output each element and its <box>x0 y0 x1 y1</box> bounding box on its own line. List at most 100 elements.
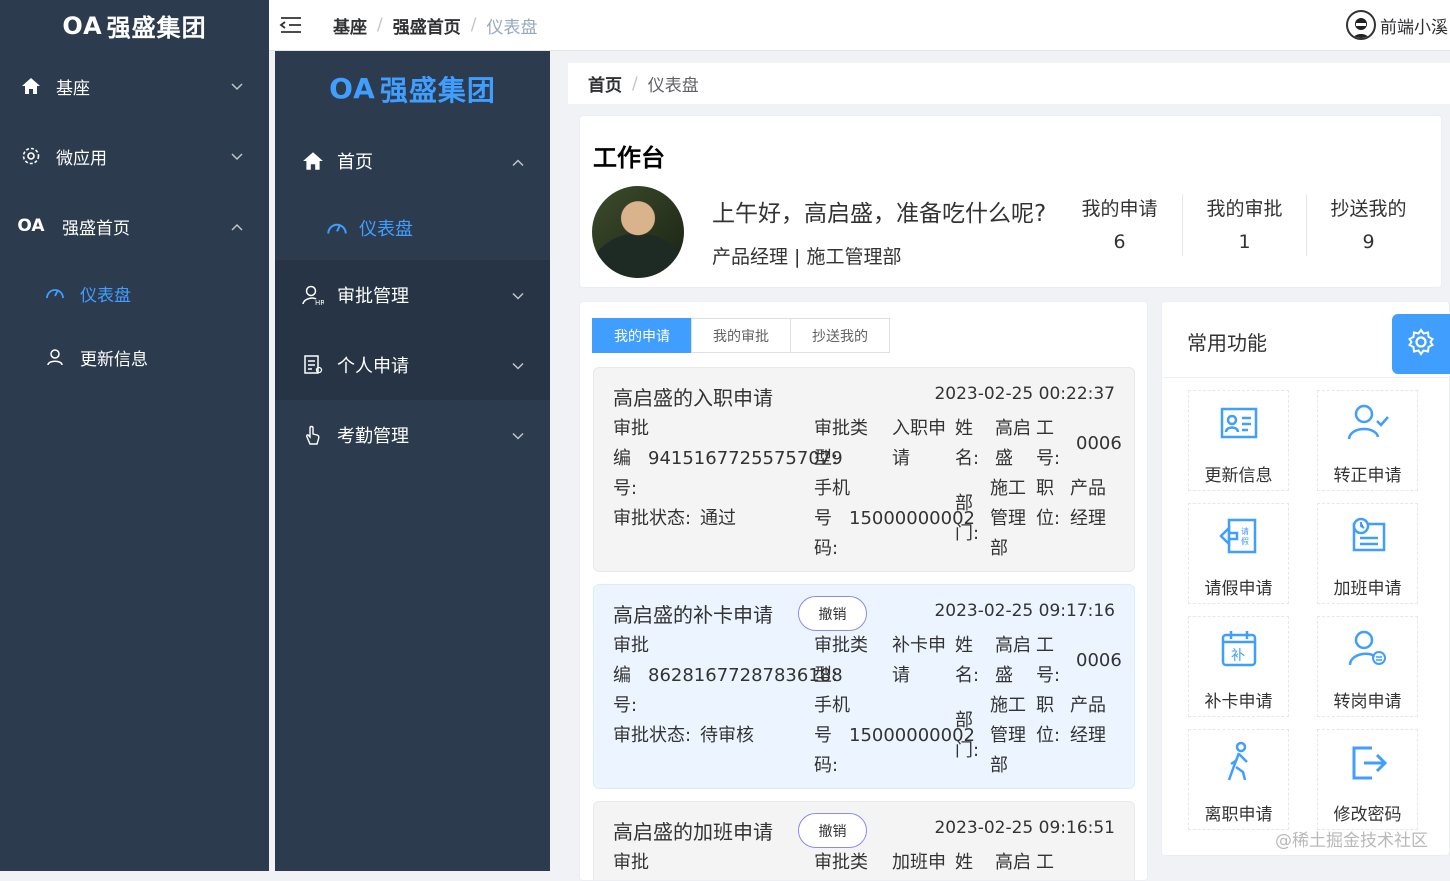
field-label: 职 <box>1036 695 1054 716</box>
chevron-down-icon <box>512 355 524 376</box>
field-value: 经理 <box>1070 508 1106 529</box>
stat-my-apply[interactable]: 我的申请 6 <box>1057 194 1182 253</box>
oa-logo-mark: OA <box>62 11 103 40</box>
menu-label: 考勤管理 <box>337 426 409 447</box>
application-title: 高启盛的入职申请 <box>613 386 773 410</box>
stat-my-approval[interactable]: 我的审批 1 <box>1182 194 1307 253</box>
field-value: 产品 <box>1070 695 1106 716</box>
outer-logo[interactable]: OA 强盛集团 <box>0 0 269 51</box>
stat-label: 我的申请 <box>1081 198 1158 220</box>
chevron-up-icon <box>512 151 524 172</box>
field-label: 审批类 <box>814 635 868 656</box>
top-bar: 基座 / 强盛首页 / 仪表盘 前端小溪 <box>269 0 1450 51</box>
field-label: 型: <box>814 448 839 469</box>
function-card-supplement[interactable]: 补 补卡申请 <box>1188 616 1289 717</box>
avatar <box>1346 10 1376 40</box>
field-label: 姓 <box>955 635 973 656</box>
user-menu[interactable]: 前端小溪 <box>1346 10 1448 40</box>
cancel-button[interactable]: 撤销 <box>798 596 867 631</box>
function-label: 请假申请 <box>1204 579 1273 599</box>
field-label: 手机 <box>814 695 850 716</box>
settings-button[interactable] <box>1392 314 1450 374</box>
function-overtime[interactable]: 加班申请 <box>1317 503 1418 604</box>
menu-personal-apply[interactable]: 个人申请 <box>275 330 550 400</box>
tab-my-apply[interactable]: 我的申请 <box>592 318 692 353</box>
function-label: 离职申请 <box>1204 805 1273 825</box>
application-title: 高启盛的加班申请 <box>613 820 773 844</box>
outer-menu-label: 微应用 <box>56 148 107 169</box>
outer-submenu-dashboard[interactable]: 仪表盘 <box>0 261 269 325</box>
field-value: 0006 <box>1076 650 1122 671</box>
function-regularization[interactable]: 转正申请 <box>1317 390 1418 491</box>
function-label: 转正申请 <box>1333 466 1402 486</box>
function-resign[interactable]: 离职申请 <box>1188 729 1289 830</box>
field-label: 位: <box>1036 725 1061 746</box>
document-icon <box>301 353 325 377</box>
application-title: 高启盛的补卡申请 <box>613 603 773 627</box>
field-label: 工 <box>1036 418 1054 439</box>
function-leave[interactable]: 请假 请假申请 <box>1188 503 1289 604</box>
stat-cc-me[interactable]: 抄送我的 9 <box>1306 194 1431 253</box>
outer-menu-microapp[interactable]: 微应用 <box>0 121 269 191</box>
function-label: 加班申请 <box>1333 579 1402 599</box>
content-breadcrumb: 首页 / 仪表盘 <box>568 63 1450 104</box>
function-update-info[interactable]: 更新信息 <box>1188 390 1289 491</box>
field-label: 码: <box>814 755 839 776</box>
stat-label: 我的审批 <box>1206 198 1283 220</box>
stat-value: 1 <box>1238 231 1251 253</box>
outer-menu-qiangsheng-home[interactable]: OA 强盛首页 <box>0 191 269 261</box>
field-value: 产品 <box>1070 478 1106 499</box>
app-logo[interactable]: OA 强盛集团 <box>275 51 550 126</box>
oa-icon: OA <box>17 216 45 236</box>
application-time: 2023-02-25 09:16:51 <box>934 818 1115 838</box>
username: 前端小溪 <box>1380 17 1448 38</box>
tab-cc-me[interactable]: 抄送我的 <box>790 318 890 353</box>
menu-fold-icon[interactable] <box>279 15 303 35</box>
home-icon <box>20 75 42 97</box>
menu-approval[interactable]: HR 审批管理 <box>275 260 550 330</box>
cancel-button[interactable]: 撤销 <box>798 813 867 848</box>
field-value: 盛 <box>995 665 1013 686</box>
functions-title: 常用功能 <box>1187 331 1267 355</box>
field-label: 码: <box>814 538 839 559</box>
field-label: 姓 <box>955 418 973 439</box>
user-hr-icon: HR <box>301 283 325 307</box>
function-label: 转岗申请 <box>1333 692 1402 712</box>
role-text: 产品经理 | 施工管理部 <box>712 246 902 268</box>
field-label: 号 <box>814 725 832 746</box>
menu-attendance[interactable]: 考勤管理 <box>275 400 550 470</box>
application-item[interactable]: 高启盛的入职申请 2023-02-25 00:22:37 审批 编 号: 941… <box>593 367 1135 572</box>
field-label: 门: <box>955 523 980 544</box>
application-item[interactable]: 高启盛的补卡申请 撤销 2023-02-25 09:17:16 审批 编 号: … <box>593 584 1135 789</box>
application-item[interactable]: 高启盛的加班申请 撤销 2023-02-25 09:16:51 审批 审批类 加… <box>593 801 1135 880</box>
breadcrumb: 基座 / 强盛首页 / 仪表盘 <box>333 13 537 38</box>
field-value: 入职申 <box>892 418 946 439</box>
workbench-card: 工作台 上午好，高启盛，准备吃什么呢? 产品经理 | 施工管理部 我的申请 6 … <box>579 115 1442 288</box>
stat-label: 抄送我的 <box>1330 198 1407 220</box>
breadcrumb-item[interactable]: 首页 <box>588 71 622 96</box>
outer-menu-jizuo[interactable]: 基座 <box>0 51 269 121</box>
field-label: 工 <box>1036 852 1054 873</box>
home-icon <box>301 149 325 173</box>
breadcrumb-item[interactable]: 基座 <box>333 13 367 38</box>
outer-menu-label: 强盛首页 <box>62 218 130 239</box>
field-value: 请 <box>892 448 910 469</box>
field-value: 加班申 <box>892 852 946 873</box>
field-label: 审批 <box>613 635 649 656</box>
outer-submenu-update-info[interactable]: 更新信息 <box>0 325 269 389</box>
divider <box>1162 377 1450 378</box>
user-check-icon <box>1344 399 1392 447</box>
field-label: 工 <box>1036 635 1054 656</box>
function-transfer[interactable]: 转岗申请 <box>1317 616 1418 717</box>
breadcrumb-item[interactable]: 强盛首页 <box>393 13 461 38</box>
submenu-dashboard[interactable]: 仪表盘 <box>275 196 550 260</box>
chevron-up-icon <box>231 216 243 236</box>
tab-my-approval[interactable]: 我的审批 <box>691 318 791 353</box>
breadcrumb-separator: / <box>470 15 477 35</box>
user-icon <box>44 346 66 368</box>
app-logo-text: 强盛集团 <box>379 73 496 107</box>
field-label: 号: <box>613 695 638 716</box>
function-change-password[interactable]: 修改密码 <box>1317 729 1418 830</box>
svg-text:HR: HR <box>315 299 324 306</box>
menu-home[interactable]: 首页 <box>275 126 550 196</box>
